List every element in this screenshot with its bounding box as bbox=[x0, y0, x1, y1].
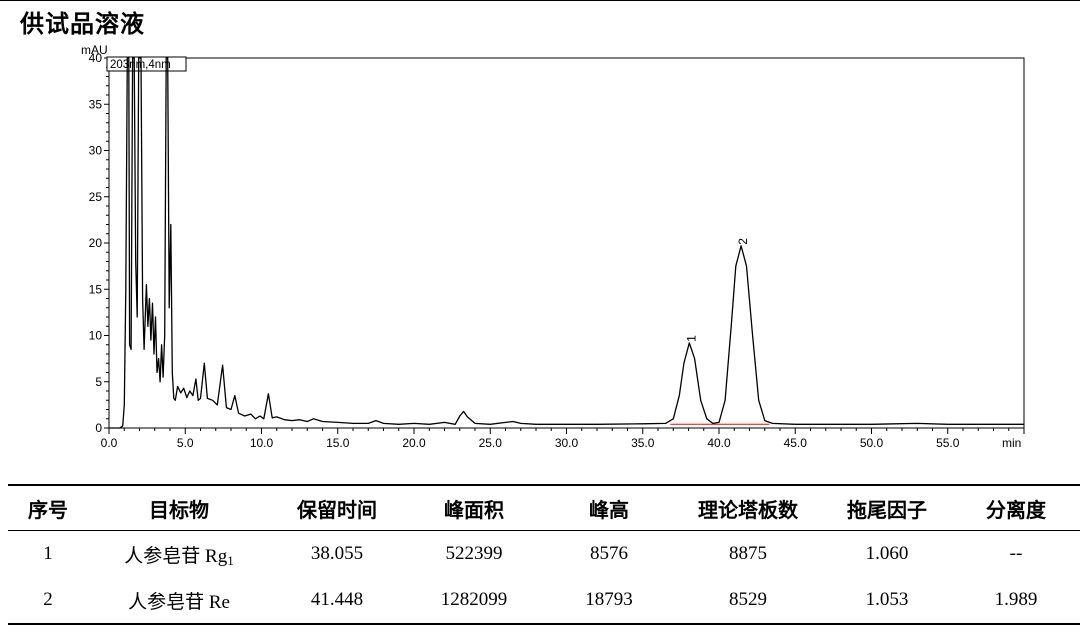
cell-no: 1 bbox=[43, 543, 53, 564]
table-row: 2 人参皂苷 Re 41.448 1282099 18793 8529 1.05… bbox=[8, 577, 1080, 625]
cell-theoretical-plates: 8529 bbox=[674, 577, 822, 625]
cell-resolution: 1.989 bbox=[952, 577, 1080, 625]
target-name-subscript: 1 bbox=[227, 552, 234, 568]
x-tick-label: 45.0 bbox=[784, 436, 808, 450]
y-tick-label: 0 bbox=[95, 421, 102, 435]
y-tick-label: 25 bbox=[89, 190, 103, 204]
chromatogram-chart: 0510152025303540mAU0.0 5.0 10.0 15.0 20.0 25.… bbox=[81, 43, 1025, 450]
y-tick-label: 35 bbox=[89, 97, 103, 111]
target-name: 人参皂苷 R bbox=[124, 545, 218, 567]
header-peak-area: 峰面积 bbox=[404, 484, 544, 531]
cell-no: 2 bbox=[8, 577, 88, 625]
header-resolution: 分离度 bbox=[952, 484, 1080, 531]
cell-retention-time: 38.055 bbox=[310, 543, 364, 564]
header-peak-height: 峰高 bbox=[544, 484, 674, 531]
peak-label: 2 bbox=[736, 238, 750, 245]
x-tick-label: 10.0 bbox=[250, 436, 274, 450]
x-tick-label: 25.0 bbox=[479, 436, 503, 450]
x-tick-label: 35.0 bbox=[631, 436, 655, 450]
header-theoretical-plates: 理论塔板数 bbox=[674, 484, 822, 531]
x-tick-label: 40.0 bbox=[707, 436, 731, 450]
cell-peak-area: 522399 bbox=[445, 543, 503, 564]
target-name-suffix: g bbox=[217, 545, 228, 567]
y-tick-label: 5 bbox=[95, 375, 102, 389]
cell-theoretical-plates: 8875 bbox=[729, 543, 767, 564]
x-tick-label: 15.0 bbox=[326, 436, 350, 450]
legend: 203nm,4nm bbox=[106, 56, 187, 72]
target-name: 人参皂苷 Re bbox=[128, 591, 230, 613]
legend-text: 203nm,4nm bbox=[110, 59, 171, 71]
x-tick-label: 30.0 bbox=[555, 436, 579, 450]
y-tick-label: 30 bbox=[89, 144, 103, 158]
cell-tailing-factor: 1.060 bbox=[865, 543, 909, 564]
header-tailing-factor: 拖尾因子 bbox=[822, 484, 952, 531]
cell-peak-height: 18793 bbox=[544, 577, 674, 625]
x-axis-label: min bbox=[1002, 436, 1021, 450]
cell-peak-area: 1282099 bbox=[404, 577, 544, 625]
table-header-row: 序号 目标物 保留时间 峰面积 峰高 理论塔板数 拖尾因子 分离度 bbox=[8, 484, 1080, 531]
x-tick-label: 20.0 bbox=[402, 436, 426, 450]
header-retention-time: 保留时间 bbox=[270, 484, 404, 531]
results-table: 序号 目标物 保留时间 峰面积 峰高 理论塔板数 拖尾因子 分离度 1 人参皂苷… bbox=[8, 484, 1080, 625]
cell-retention-time: 41.448 bbox=[270, 577, 404, 625]
peak-labels: 12 bbox=[684, 238, 750, 342]
table-row: 1 人参皂苷 Rg1 38.055 522399 8576 8875 1.060… bbox=[8, 531, 1080, 578]
header-target: 目标物 bbox=[88, 484, 270, 531]
y-tick-label: 15 bbox=[89, 282, 103, 296]
cell-tailing-factor: 1.053 bbox=[822, 577, 952, 625]
cell-target: 人参皂苷 Re bbox=[88, 577, 270, 625]
cell-resolution: -- bbox=[1009, 543, 1023, 564]
y-tick-label: 10 bbox=[89, 329, 103, 343]
peak-label: 1 bbox=[684, 335, 698, 342]
x-tick-label: 5.0 bbox=[177, 436, 194, 450]
header-no: 序号 bbox=[8, 484, 88, 531]
plot-area bbox=[108, 57, 1025, 429]
cell-target: 人参皂苷 Rg1 bbox=[88, 531, 270, 578]
cell-peak-height: 8576 bbox=[590, 543, 628, 564]
chromatogram-trace bbox=[109, 57, 1024, 429]
y-axis-label: mAU bbox=[81, 43, 108, 57]
y-tick-label: 20 bbox=[89, 236, 103, 250]
plot-frame bbox=[108, 57, 1025, 429]
x-tick-label: 50.0 bbox=[860, 436, 884, 450]
x-tick-label: 0.0 bbox=[101, 436, 118, 450]
x-tick-label: 55.0 bbox=[936, 436, 960, 450]
axes: 0510152025303540mAU0.0 5.0 10.0 15.0 20.0 25.… bbox=[81, 43, 1025, 450]
trace-group bbox=[109, 57, 1024, 429]
